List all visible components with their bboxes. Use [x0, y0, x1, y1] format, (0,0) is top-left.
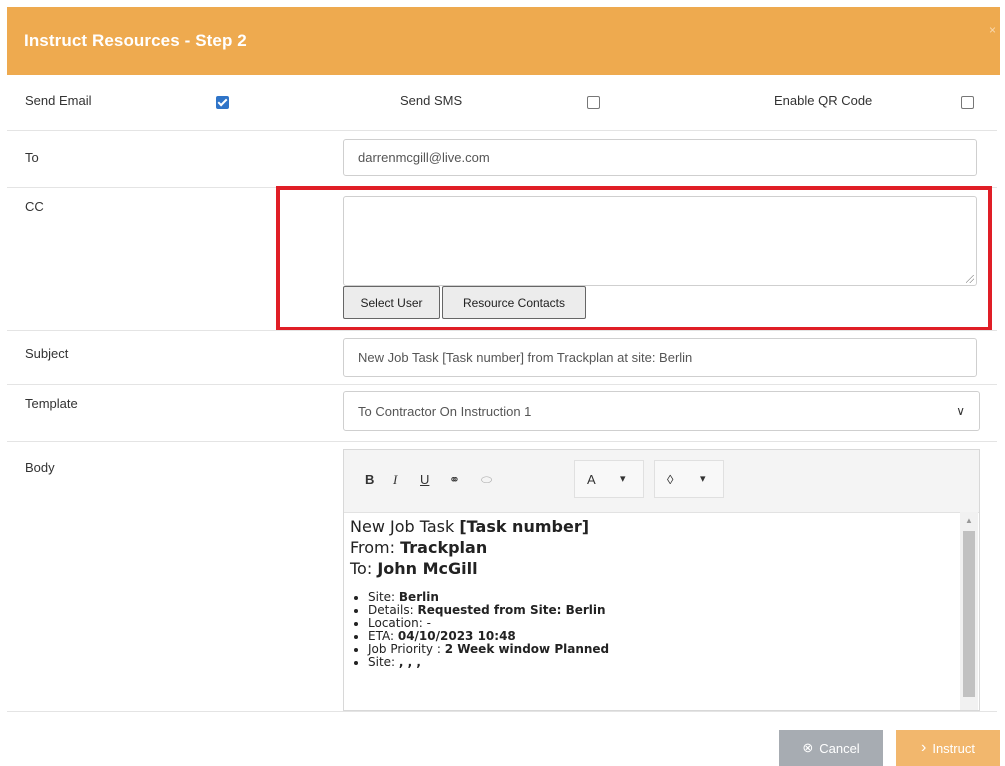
- cc-highlight-box: [276, 186, 992, 331]
- scroll-up-icon[interactable]: ▲: [965, 516, 973, 525]
- send-sms-checkbox[interactable]: [587, 96, 600, 109]
- subject-input-value: New Job Task [Task number] from Trackpla…: [358, 350, 693, 365]
- caret-down-icon: ▾: [620, 473, 626, 485]
- cancel-icon: ⊗: [802, 740, 814, 755]
- chevron-down-icon: ∨: [956, 404, 965, 418]
- cc-label: CC: [25, 199, 44, 214]
- template-select[interactable]: To Contractor On Instruction 1 ∨: [343, 391, 980, 431]
- list-item: Job Priority : 2 Week window Planned: [368, 643, 950, 656]
- list-item: Site: , , ,: [368, 656, 950, 669]
- instruct-button-label: Instruct: [932, 740, 975, 756]
- body-line-1: New Job Task [Task number]: [350, 517, 590, 536]
- scrollbar-thumb[interactable]: [963, 531, 975, 697]
- chevron-right-icon: ›: [921, 739, 927, 756]
- divider: [7, 330, 997, 331]
- fill-color-dropdown[interactable]: ◊ ▾: [654, 460, 724, 498]
- send-email-checkbox[interactable]: [216, 96, 229, 109]
- enable-qr-checkbox[interactable]: [961, 96, 974, 109]
- template-select-value: To Contractor On Instruction 1: [358, 403, 532, 419]
- link-icon[interactable]: ⚭: [449, 472, 460, 488]
- editor-content[interactable]: New Job Task [Task number] From: Trackpl…: [350, 516, 950, 669]
- body-line-2: From: Trackplan: [350, 538, 488, 557]
- template-label: Template: [25, 396, 78, 411]
- to-input-value: darrenmcgill@live.com: [358, 150, 490, 165]
- bold-icon[interactable]: B: [365, 472, 374, 487]
- body-label: Body: [25, 460, 55, 475]
- divider: [7, 384, 997, 385]
- italic-icon[interactable]: I: [393, 472, 397, 488]
- close-icon[interactable]: ×: [989, 23, 996, 37]
- cancel-button-label: Cancel: [819, 740, 860, 756]
- to-label: To: [25, 150, 39, 165]
- cancel-button[interactable]: ⊗ Cancel: [779, 730, 883, 766]
- editor-scrollbar[interactable]: ▲: [960, 512, 978, 710]
- body-details-list: Site: Berlin Details: Requested from Sit…: [350, 591, 950, 669]
- editor-toolbar: B I U ⚭ ⬭ A ▾ ◊ ▾: [344, 450, 979, 513]
- subject-input[interactable]: New Job Task [Task number] from Trackpla…: [343, 338, 977, 377]
- font-color-dropdown[interactable]: A ▾: [574, 460, 644, 498]
- list-item: Details: Requested from Site: Berlin: [368, 604, 950, 617]
- footer-divider: [7, 711, 997, 712]
- underline-icon[interactable]: U: [420, 472, 429, 487]
- divider: [7, 441, 997, 442]
- instruct-button[interactable]: › Instruct: [896, 730, 1000, 766]
- font-color-icon: A: [587, 472, 596, 487]
- body-editor[interactable]: B I U ⚭ ⬭ A ▾ ◊ ▾ New Job Task [Task num…: [343, 449, 980, 711]
- divider: [7, 130, 997, 131]
- caret-down-icon: ▾: [700, 473, 706, 485]
- enable-qr-label: Enable QR Code: [774, 93, 873, 108]
- to-input[interactable]: darrenmcgill@live.com: [343, 139, 977, 176]
- fill-color-icon: ◊: [667, 472, 674, 487]
- dialog-title: Instruct Resources - Step 2: [24, 31, 247, 50]
- subject-label: Subject: [25, 346, 69, 361]
- body-line-3: To: John McGill: [350, 559, 478, 578]
- unlink-icon[interactable]: ⬭: [481, 472, 492, 488]
- send-email-label: Send Email: [25, 93, 92, 108]
- send-sms-label: Send SMS: [400, 93, 463, 108]
- dialog-header: Instruct Resources - Step 2 ×: [7, 7, 1000, 75]
